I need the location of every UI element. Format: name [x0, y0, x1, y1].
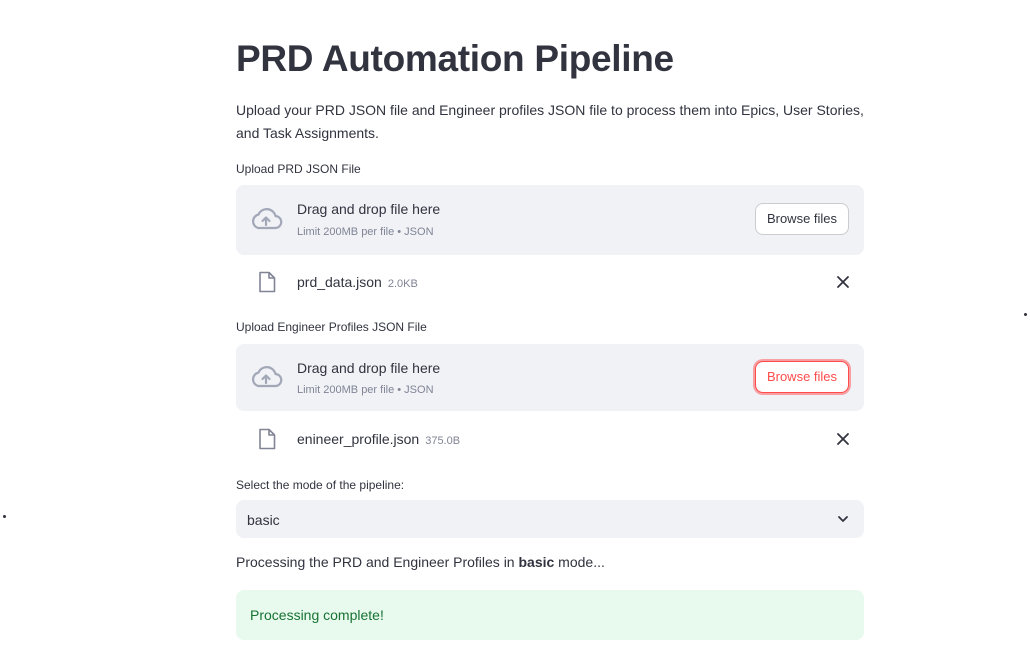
file-size-text: 2.0KB	[387, 278, 418, 290]
success-alert: Processing complete!	[236, 590, 864, 640]
file-limit-text: Limit 200MB per file • JSON	[297, 384, 434, 396]
engineer-dropzone[interactable]: Drag and drop file here Limit 200MB per …	[236, 344, 864, 411]
stray-dot	[1024, 313, 1027, 316]
mode-select-label: Select the mode of the pipeline:	[236, 478, 405, 492]
prd-upload-label: Upload PRD JSON File	[236, 162, 361, 176]
processing-mode: basic	[518, 554, 555, 570]
success-message: Processing complete!	[250, 607, 384, 623]
cloud-upload-icon	[252, 208, 283, 230]
uploaded-file-row: enineer_profile.json 375.0B	[236, 426, 864, 456]
processing-prefix: Processing the PRD and Engineer Profiles…	[236, 554, 519, 570]
drag-drop-text: Drag and drop file here	[297, 201, 441, 217]
uploaded-file-row: prd_data.json 2.0KB	[236, 269, 864, 299]
file-icon	[259, 428, 276, 450]
file-name-text: prd_data.json	[297, 274, 382, 290]
mode-select-value: basic	[247, 512, 280, 528]
page-title: PRD Automation Pipeline	[236, 38, 674, 79]
mode-select[interactable]: basic	[236, 500, 864, 538]
engineer-upload-label: Upload Engineer Profiles JSON File	[236, 320, 427, 334]
uploaded-file-name: prd_data.json 2.0KB	[297, 274, 418, 290]
chevron-down-icon	[838, 516, 848, 522]
intro-text: Upload your PRD JSON file and Engineer p…	[236, 102, 864, 141]
file-name-text: enineer_profile.json	[297, 431, 420, 447]
drag-drop-text: Drag and drop file here	[297, 360, 441, 376]
uploaded-file-name: enineer_profile.json 375.0B	[297, 431, 460, 447]
stray-dot	[3, 515, 6, 518]
prd-browse-files-button[interactable]: Browse files	[755, 203, 849, 235]
processing-suffix: mode...	[554, 554, 605, 570]
file-icon	[259, 271, 276, 293]
processing-message: Processing the PRD and Engineer Profiles…	[236, 554, 605, 570]
close-icon[interactable]	[836, 275, 850, 289]
engineer-browse-files-button[interactable]: Browse files	[755, 361, 849, 393]
file-limit-text: Limit 200MB per file • JSON	[297, 226, 434, 238]
close-icon[interactable]	[836, 432, 850, 446]
prd-dropzone[interactable]: Drag and drop file here Limit 200MB per …	[236, 185, 864, 255]
file-size-text: 375.0B	[425, 435, 461, 447]
cloud-upload-icon	[252, 366, 283, 388]
